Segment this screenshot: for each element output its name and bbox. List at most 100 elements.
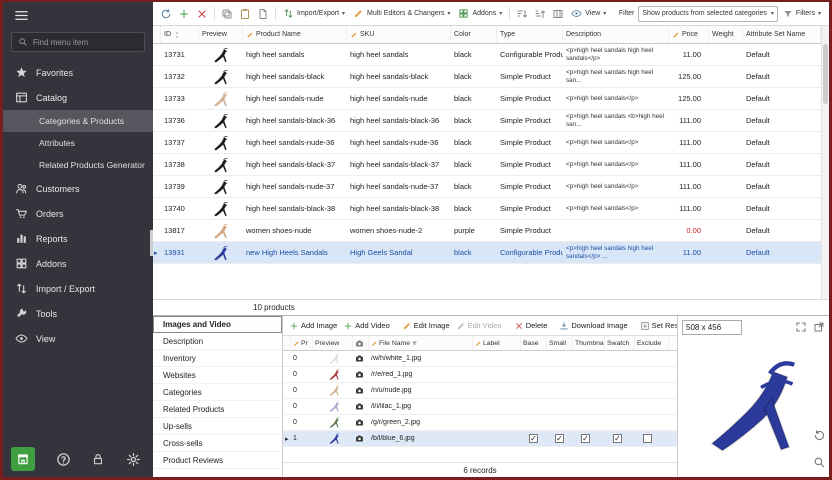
column-header-camera[interactable] — [353, 336, 369, 350]
column-header-attribute-set-name[interactable]: Attribute Set Name — [743, 26, 821, 43]
cell-check-0[interactable]: ✓ — [521, 434, 547, 443]
toolbar-multi-editors-changers-button[interactable]: Multi Editors & Changers▾ — [350, 6, 453, 21]
product-row-13732[interactable]: 13732high heel sandals-blackhigh heel sa… — [153, 66, 821, 88]
product-row-13733[interactable]: 13733high heel sandals-nudehigh heel san… — [153, 88, 821, 110]
vertical-scrollbar[interactable] — [821, 26, 829, 299]
product-row-13737[interactable]: 13737high heel sandals-nude-36high heel … — [153, 132, 821, 154]
download-image-button[interactable]: Download Image — [557, 319, 629, 333]
column-header-label[interactable]: Label — [473, 336, 521, 350]
sidebar-item-import-export[interactable]: Import / Export — [3, 276, 153, 301]
tab-description[interactable]: Description — [153, 333, 282, 350]
help-button[interactable] — [56, 452, 71, 467]
fullscreen-button[interactable] — [795, 321, 807, 333]
checkbox[interactable]: ✓ — [581, 434, 590, 443]
column-header-price[interactable]: Price — [669, 26, 709, 43]
delete-button[interactable]: Delete — [512, 319, 550, 333]
plus-button[interactable] — [176, 7, 192, 21]
sidebar-search[interactable] — [11, 32, 145, 52]
product-row-13736[interactable]: 13736high heel sandals-black-36high heel… — [153, 110, 821, 132]
image-size-field[interactable] — [682, 320, 742, 335]
lock-button[interactable] — [91, 452, 105, 466]
zoom-button[interactable] — [813, 456, 826, 469]
image-row-g-r-green-2-jpg[interactable]: 0/g/r/green_2.jpg — [283, 415, 677, 431]
product-row-13731[interactable]: 13731high heel sandalshigh heel sandalsb… — [153, 44, 821, 66]
column-header-preview[interactable]: Preview — [313, 336, 353, 350]
image-row-b-l-blue-6-jpg[interactable]: ▸1/b/l/blue_6.jpg✓✓✓✓ — [283, 431, 677, 447]
column-header-product-name[interactable]: Product Name — [243, 26, 347, 43]
cols-button[interactable] — [550, 7, 566, 21]
sidebar-subitem-categories-products[interactable]: Categories & Products — [3, 110, 153, 132]
sidebar-item-favorites[interactable]: Favorites — [3, 60, 153, 85]
tab-product-reviews[interactable]: Product Reviews — [153, 452, 282, 469]
image-row-n-u-nude-jpg[interactable]: 0/n/u/nude.jpg — [283, 383, 677, 399]
doc-button[interactable] — [255, 7, 271, 21]
add-video-button[interactable]: Add Video — [341, 319, 391, 333]
open-external-button[interactable] — [813, 321, 825, 333]
sidebar-item-view[interactable]: View — [3, 326, 153, 351]
sidebar-item-orders[interactable]: Orders — [3, 201, 153, 226]
toolbar-view-button[interactable]: View▾ — [568, 6, 609, 21]
column-header-swatch[interactable]: Swatch — [605, 336, 635, 350]
checkbox[interactable]: ✓ — [555, 434, 564, 443]
column-header-description[interactable]: Description — [563, 26, 669, 43]
refresh-button[interactable] — [158, 7, 174, 21]
edit-image-button[interactable]: Edit Image — [400, 319, 452, 333]
checkbox[interactable] — [643, 434, 652, 443]
product-row-13739[interactable]: 13739high heel sandals-nude-37high heel … — [153, 176, 821, 198]
tab-cross-sells[interactable]: Cross-sells — [153, 435, 282, 452]
sidebar-item-catalog[interactable]: Catalog — [3, 85, 153, 110]
image-row-r-e-red-1-jpg[interactable]: 0/r/e/red_1.jpg — [283, 367, 677, 383]
image-row-w-h-white-1-jpg[interactable]: 0/w/h/white_1.jpg — [283, 351, 677, 367]
product-row-13740[interactable]: 13740high heel sandals-black-38high heel… — [153, 198, 821, 220]
column-header-type[interactable]: Type — [497, 26, 563, 43]
column-header-pr[interactable]: Pr — [291, 336, 313, 350]
paste-button[interactable] — [237, 7, 253, 21]
tab-related-products[interactable]: Related Products — [153, 401, 282, 418]
column-header-sku[interactable]: SKU — [347, 26, 451, 43]
sortza-button[interactable] — [532, 7, 548, 21]
checkbox[interactable]: ✓ — [529, 434, 538, 443]
product-row-13738[interactable]: 13738high heel sandals-black-37high heel… — [153, 154, 821, 176]
tab-websites[interactable]: Websites — [153, 367, 282, 384]
cell-check-4[interactable] — [635, 434, 669, 443]
column-header-small[interactable]: Small — [547, 336, 573, 350]
column-header-weight[interactable]: Weight — [709, 26, 743, 43]
tab-inventory[interactable]: Inventory — [153, 350, 282, 367]
sidebar-subitem-attributes[interactable]: Attributes — [3, 132, 153, 154]
cell-check-2[interactable]: ✓ — [573, 434, 605, 443]
tab-up-sells[interactable]: Up-sells — [153, 418, 282, 435]
copy-button[interactable] — [219, 7, 235, 21]
sidebar-item-reports[interactable]: Reports — [3, 226, 153, 251]
image-row-l-i-lilac-1-jpg[interactable]: 0/l/i/lilac_1.jpg — [283, 399, 677, 415]
store-button[interactable] — [11, 447, 35, 471]
toolbar-import-export-button[interactable]: Import/Export▾ — [280, 6, 348, 21]
checkbox[interactable]: ✓ — [613, 434, 622, 443]
column-header-preview[interactable]: Preview — [199, 26, 243, 43]
toolbar-addons-button[interactable]: Addons▾ — [455, 6, 505, 21]
tab-images-and-video[interactable]: Images and Video — [153, 316, 282, 333]
menu-search-input[interactable] — [33, 38, 138, 47]
sidebar-item-tools[interactable]: Tools — [3, 301, 153, 326]
sidebar-subitem-related-products-generator[interactable]: Related Products Generator — [3, 154, 153, 176]
rotate-button[interactable] — [813, 429, 826, 442]
column-header-exclude[interactable]: Exclude — [635, 336, 669, 350]
tab-categories[interactable]: Categories — [153, 384, 282, 401]
cell-check-3[interactable]: ✓ — [605, 434, 635, 443]
scrollbar-thumb[interactable] — [823, 44, 828, 104]
product-row-13817[interactable]: 13817women shoes-nudewomen shoes-nude-2p… — [153, 220, 821, 242]
column-header-file-name[interactable]: File Name — [369, 336, 473, 350]
cell-check-1[interactable]: ✓ — [547, 434, 573, 443]
add-image-button[interactable]: Add Image — [287, 319, 339, 333]
category-filter-select[interactable]: Show products from selected categories ▾ — [638, 6, 778, 22]
column-header-id[interactable]: ID — [161, 26, 199, 43]
settings-button[interactable] — [126, 452, 141, 467]
sidebar-item-addons[interactable]: Addons — [3, 251, 153, 276]
product-row-13931[interactable]: ▸13931new High Heels SandalsHigh Geels S… — [153, 242, 821, 264]
sortaz-button[interactable] — [514, 7, 530, 21]
menu-toggle-button[interactable] — [14, 8, 29, 23]
edit-video-button[interactable]: Edit Video — [454, 319, 504, 333]
column-header-color[interactable]: Color — [451, 26, 497, 43]
xmark-button[interactable] — [194, 7, 210, 21]
filters-button[interactable]: Filters ▾ — [780, 7, 824, 21]
sidebar-item-customers[interactable]: Customers — [3, 176, 153, 201]
